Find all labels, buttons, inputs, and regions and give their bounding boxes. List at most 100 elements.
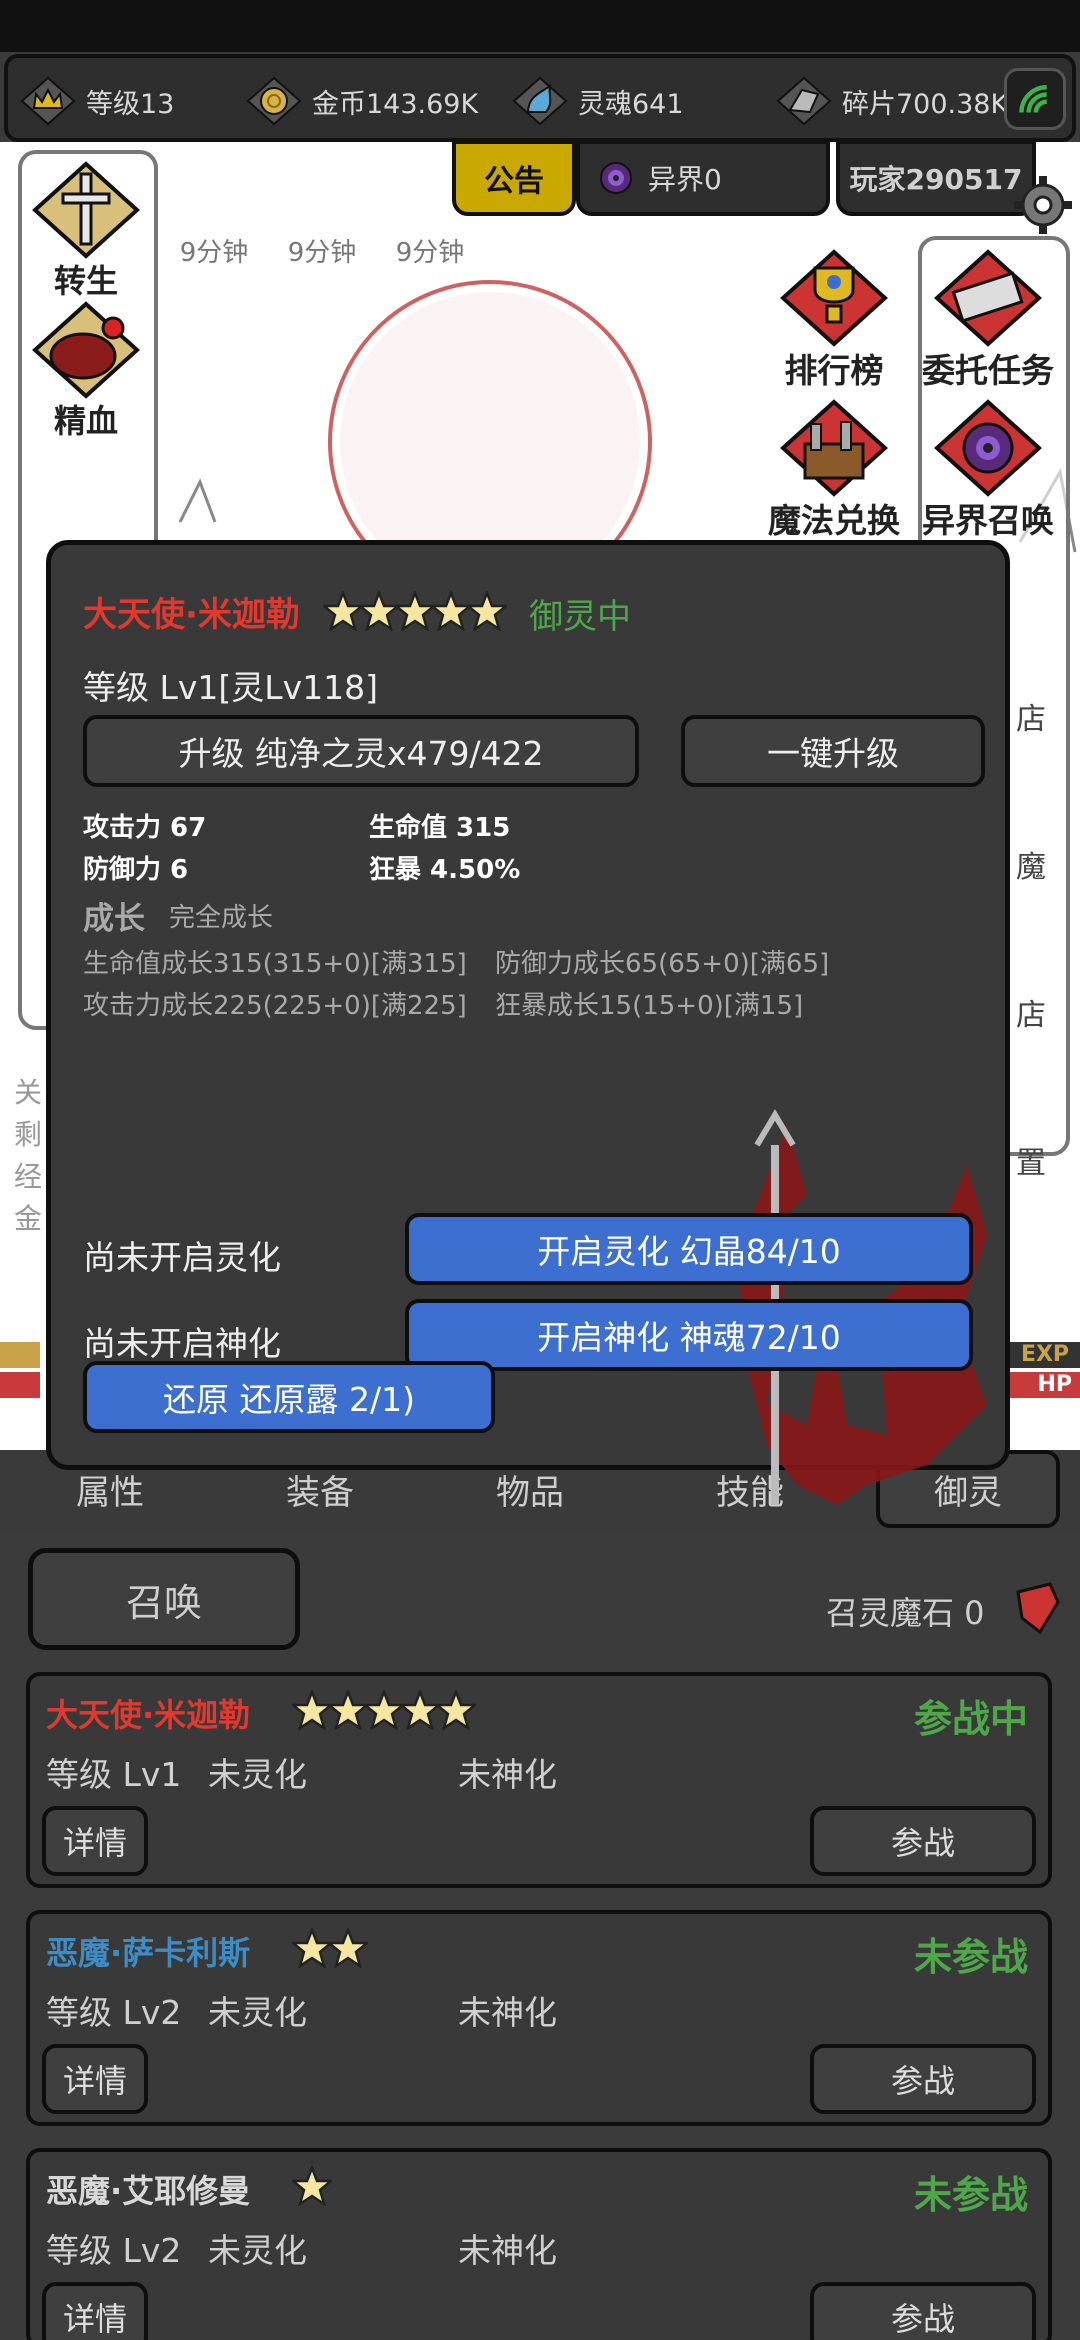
spirit-card: 大天使·米迦勒 参战中 等级 Lv1 未灵化 未神化 详情 参战	[26, 1672, 1052, 1888]
star-rating	[292, 2166, 332, 2206]
growth-defense: 防御力成长65(65+0)[满65]	[495, 949, 830, 979]
summon-stone-icon	[1016, 1582, 1060, 1635]
otherworld-portal-icon	[934, 399, 1042, 497]
scene-right-text: 置	[1016, 1146, 1046, 1181]
star-icon	[436, 1690, 476, 1730]
dialog-state: 御灵中	[529, 597, 631, 637]
notice-tab[interactable]: 公告	[452, 140, 576, 216]
essence-blood-button[interactable]: 精血	[26, 300, 146, 442]
otherworld-summon-label: 异界召唤	[922, 501, 1054, 540]
detail-button[interactable]: 详情	[42, 2044, 148, 2114]
dialog-star-rating	[323, 591, 507, 631]
signal-icon	[1019, 85, 1047, 113]
magic-exchange-button[interactable]: 魔法兑换	[754, 398, 914, 542]
growth-subtitle: 完全成长	[169, 903, 274, 933]
scene-left-text: 剩	[14, 1118, 43, 1151]
settings-gear-icon[interactable]	[1010, 172, 1076, 238]
leaderboard-label: 排行榜	[784, 351, 884, 390]
battle-status: 未参战	[913, 2173, 1028, 2217]
star-icon	[467, 591, 507, 631]
portal-icon	[600, 162, 632, 194]
star-icon	[431, 591, 471, 631]
timer-2: 9分钟	[287, 238, 357, 268]
dialog-level: 等级 Lv1[灵Lv118]	[83, 668, 379, 707]
spirit-status-label: 尚未开启灵化	[83, 1238, 281, 1277]
soul-icon	[512, 76, 568, 126]
summon-button[interactable]: 召唤	[28, 1548, 300, 1650]
star-icon	[292, 2166, 332, 2206]
spirit-spirit-status: 未灵化	[208, 2231, 307, 2270]
scene-left-texts: 关 剩 经 金	[14, 1072, 42, 1240]
scene-right-text: 店	[1016, 702, 1046, 737]
star-rating	[292, 1928, 368, 1968]
leaderboard-button[interactable]: 排行榜	[754, 248, 914, 392]
spirit-level: 等级 Lv2	[46, 2231, 182, 2270]
scene-left-text: 金	[14, 1202, 43, 1235]
otherworld-tab[interactable]: 异界0	[576, 140, 830, 216]
open-divinize-button[interactable]: 开启神化 神魂72/10	[405, 1299, 973, 1371]
join-battle-button[interactable]: 参战	[810, 1806, 1036, 1876]
star-icon	[364, 1690, 404, 1730]
battle-status: 参战中	[913, 1697, 1028, 1741]
join-battle-button[interactable]: 参战	[810, 2044, 1036, 2114]
crown-icon	[20, 76, 76, 126]
player-id-tab[interactable]: 玩家290517	[836, 140, 1036, 216]
resource-fragment-text: 碎片700.38K	[842, 88, 1009, 120]
summon-stone-count: 召灵魔石 0	[826, 1594, 985, 1632]
spirit-card: 恶魔·萨卡利斯 未参战 等级 Lv2 未灵化 未神化 详情 参战	[26, 1910, 1052, 2126]
otherworld-count: 异界0	[648, 163, 722, 196]
resource-bar: 等级13 金币143.69K 灵魂641 碎片700.38K	[4, 54, 1076, 142]
divine-status-label: 尚未开启神化	[83, 1324, 281, 1363]
star-icon	[400, 1690, 440, 1730]
signal-button[interactable]	[1004, 68, 1066, 130]
stat-crit: 狂暴 4.50%	[369, 855, 521, 885]
hp-label: HP	[1010, 1372, 1080, 1398]
resource-fragment: 碎片700.38K	[776, 76, 1008, 126]
resource-gold-text: 金币143.69K	[312, 88, 479, 120]
star-icon	[323, 591, 363, 631]
resource-gold: 金币143.69K	[246, 76, 478, 126]
commission-scroll-icon	[934, 249, 1042, 347]
one-click-upgrade-button[interactable]: 一键升级	[681, 715, 985, 787]
resource-soul: 灵魂641	[512, 76, 684, 126]
scene-left-text: 关	[14, 1076, 43, 1109]
restore-button[interactable]: 还原 还原露 2/1)	[83, 1361, 495, 1433]
stat-defense: 防御力 6	[83, 855, 189, 885]
commission-button[interactable]: 委托任务	[908, 248, 1068, 392]
spirit-spirit-status: 未灵化	[208, 1993, 307, 2032]
dialog-spirit-name: 大天使·米迦勒	[83, 595, 300, 635]
spirit-name: 恶魔·萨卡利斯	[46, 1934, 251, 1972]
spirit-name: 大天使·米迦勒	[46, 1696, 251, 1734]
resource-soul-text: 灵魂641	[578, 88, 684, 120]
exp-bar	[0, 1342, 40, 1368]
scene-right-text: 店	[1016, 998, 1046, 1033]
detail-button[interactable]: 详情	[42, 2282, 148, 2340]
spirit-divine-status: 未神化	[458, 1993, 557, 2032]
exp-label: EXP	[1010, 1342, 1080, 1368]
open-spiritualize-button[interactable]: 开启灵化 幻晶84/10	[405, 1213, 973, 1285]
commission-label: 委托任务	[922, 351, 1054, 390]
leaderboard-trophy-icon	[780, 249, 888, 347]
spirit-detail-dialog: 大天使·米迦勒 御灵中 等级 Lv1[灵Lv118] 升级 纯净之灵x479/4…	[46, 540, 1010, 1505]
rebirth-button[interactable]: 转生	[26, 160, 146, 302]
fragment-icon	[776, 76, 832, 126]
growth-title: 成长	[83, 901, 145, 937]
magic-exchange-chest-icon	[780, 399, 888, 497]
hp-bar	[0, 1372, 40, 1398]
battle-status: 未参战	[913, 1935, 1028, 1979]
upgrade-button[interactable]: 升级 纯净之灵x479/422	[83, 715, 639, 787]
star-icon	[328, 1690, 368, 1730]
spirit-spirit-status: 未灵化	[208, 1755, 307, 1794]
otherworld-summon-button[interactable]: 异界召唤	[908, 398, 1068, 542]
spirit-name: 恶魔·艾耶修曼	[46, 2172, 251, 2210]
timer-3: 9分钟	[395, 238, 465, 268]
rebirth-label: 转生	[53, 262, 118, 300]
star-icon	[395, 591, 435, 631]
star-icon	[359, 591, 399, 631]
resource-level-text: 等级13	[86, 88, 175, 120]
star-rating	[292, 1690, 476, 1730]
spirit-divine-status: 未神化	[458, 1755, 557, 1794]
scene-right-texts: 店 魔 店 置	[1016, 646, 1046, 1238]
detail-button[interactable]: 详情	[42, 1806, 148, 1876]
join-battle-button[interactable]: 参战	[810, 2282, 1036, 2340]
